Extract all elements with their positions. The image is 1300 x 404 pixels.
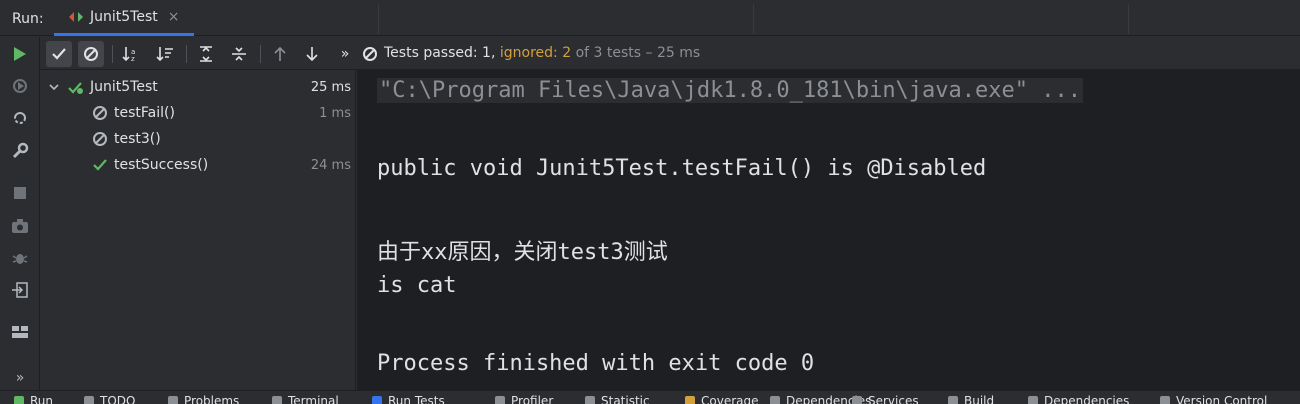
tab-junit5test[interactable]: Junit5Test × <box>54 0 194 36</box>
sort-alpha-icon: az <box>122 47 135 62</box>
sort-by-duration-button[interactable] <box>152 41 178 67</box>
more-icon[interactable]: » <box>332 41 358 67</box>
next-failed-button[interactable] <box>299 41 325 67</box>
bottom-tab-version-control[interactable]: Version Control <box>1160 394 1267 404</box>
toolbar-divider <box>112 45 113 63</box>
bottom-tab-todo[interactable]: TODO <box>84 394 135 404</box>
console-line: 由于xx原因，关闭test3测试 <box>377 240 668 265</box>
left-toolbar: » <box>0 37 40 390</box>
console-line: Process finished with exit code 0 <box>377 351 815 376</box>
tree-item-time: 24 ms <box>310 157 351 173</box>
debug-icon[interactable] <box>9 247 31 269</box>
console-line: is cat <box>377 273 457 298</box>
bottom-tab-services[interactable]: Services <box>852 394 919 404</box>
tab-divider <box>378 4 379 34</box>
tree-item-label: test3() <box>114 131 161 147</box>
show-ignored-button[interactable] <box>78 41 104 67</box>
tab-title: Junit5Test <box>90 8 158 25</box>
arrow-down-icon <box>306 47 318 62</box>
tree-item-time: 25 ms <box>310 79 351 95</box>
tree-item-label: Junit5Test <box>90 79 158 95</box>
tree-item-label: testFail() <box>114 105 175 121</box>
layout-icon[interactable] <box>9 321 31 343</box>
ignored-status-icon <box>363 47 377 61</box>
sort-duration-icon <box>156 47 173 62</box>
svg-text:z: z <box>131 55 135 62</box>
tree-item-time: 1 ms <box>319 105 351 121</box>
camera-icon[interactable] <box>9 215 31 237</box>
bottom-tab-statistic[interactable]: Statistic <box>585 394 650 404</box>
console-command[interactable]: "C:\Program Files\Java\jdk1.8.0_181\bin\… <box>377 78 1083 103</box>
tab-divider <box>753 4 754 34</box>
bottom-tab-coverage[interactable]: Coverage <box>685 394 759 404</box>
expand-all-icon <box>200 46 212 62</box>
run-tool-window-header: Run: Junit5Test × <box>0 0 1300 36</box>
close-icon[interactable]: × <box>168 9 180 25</box>
bottom-tab-problems[interactable]: Problems <box>168 394 239 404</box>
bottom-tab-run-tests[interactable]: Run Tests <box>372 394 445 404</box>
more-icon[interactable]: » <box>9 367 31 389</box>
tree-root-junit5test[interactable]: Junit5Test 25 ms <box>40 74 355 100</box>
tree-item-testsuccess[interactable]: testSuccess() 24 ms <box>40 152 355 178</box>
ignored-icon <box>93 132 107 146</box>
tab-divider <box>1128 4 1129 34</box>
chevron-down-icon[interactable] <box>48 81 60 93</box>
import-icon[interactable] <box>9 279 31 301</box>
toggle-auto-test-icon[interactable] <box>9 107 31 129</box>
show-passed-button[interactable] <box>46 41 72 67</box>
console-line: public void Junit5Test.testFail() is @Di… <box>377 156 987 181</box>
tree-item-label: testSuccess() <box>114 157 209 173</box>
tree-item-test3[interactable]: test3() <box>40 126 355 152</box>
checkmark-icon <box>52 48 66 60</box>
toolbar-divider <box>186 45 187 63</box>
console-output[interactable]: "C:\Program Files\Java\jdk1.8.0_181\bin\… <box>357 70 1300 390</box>
bottom-tab-profiler[interactable]: Profiler <box>495 394 553 404</box>
bottom-tab-dependencies-2[interactable]: Dependencies <box>1028 394 1129 404</box>
expand-all-button[interactable] <box>193 41 219 67</box>
stop-icon[interactable] <box>9 182 31 204</box>
tree-item-testfail[interactable]: testFail() 1 ms <box>40 100 355 126</box>
status-ignored: ignored: 2 <box>499 45 572 61</box>
collapse-all-icon <box>232 47 246 61</box>
collapse-all-button[interactable] <box>226 41 252 67</box>
sort-alphabetically-button[interactable]: az <box>118 41 144 67</box>
rerun-icon[interactable] <box>9 43 31 65</box>
status-passed: Tests passed: 1, <box>384 45 496 61</box>
test-status-summary: Tests passed: 1, ignored: 2 of 3 tests –… <box>384 45 700 61</box>
arrow-up-icon <box>274 46 286 61</box>
ignored-icon <box>84 47 98 61</box>
bottom-tab-build[interactable]: Build <box>948 394 994 404</box>
test-tree: Junit5Test 25 ms testFail() 1 ms test3()… <box>40 70 356 390</box>
previous-failed-button[interactable] <box>267 41 293 67</box>
wrench-icon[interactable] <box>9 140 31 162</box>
console-line-command: "C:\Program Files\Java\jdk1.8.0_181\bin\… <box>377 78 1083 103</box>
junit-test-icon <box>69 11 83 22</box>
bottom-tab-terminal[interactable]: Terminal <box>272 394 339 404</box>
run-label: Run: <box>12 11 44 27</box>
test-toolbar: az » Tests passed: 1, ignored: 2 of 3 te… <box>40 37 1300 70</box>
status-total: of 3 tests – 25 ms <box>575 45 701 61</box>
passed-icon <box>93 159 107 171</box>
rerun-failed-icon[interactable] <box>9 75 31 97</box>
bottom-tool-bar: Run TODO Problems Terminal Run Tests Pro… <box>0 390 1300 404</box>
toolbar-divider <box>260 45 261 63</box>
ignored-icon <box>93 106 107 120</box>
test-class-passed-icon <box>68 82 83 94</box>
bottom-tab-run[interactable]: Run <box>14 394 53 404</box>
